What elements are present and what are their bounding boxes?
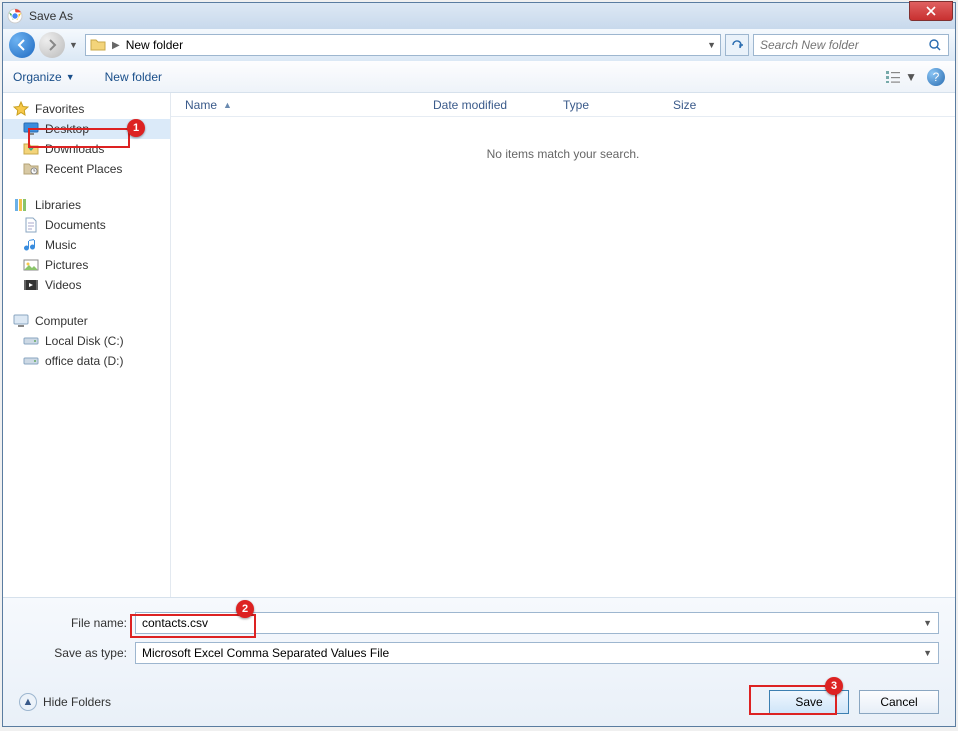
folder-icon (90, 37, 106, 53)
sidebar-item-label: Recent Places (45, 162, 122, 176)
organize-label: Organize (13, 70, 62, 84)
pictures-icon (23, 257, 39, 273)
toolbar: Organize ▼ New folder ▼ ? (3, 61, 955, 93)
computer-label: Computer (35, 314, 88, 328)
column-type[interactable]: Type (563, 98, 673, 112)
footer-bottom: ▲ Hide Folders Save Cancel (19, 690, 939, 714)
nav-bar: ▼ ▶ New folder ▼ (3, 29, 955, 61)
favorites-label: Favorites (35, 102, 84, 116)
column-name-label: Name (185, 98, 217, 112)
libraries-group: Libraries Documents Music Pictures Video… (3, 195, 170, 295)
view-options-button[interactable]: ▼ (885, 70, 917, 84)
computer-group: Computer Local Disk (C:) office data (D:… (3, 311, 170, 371)
body-area: Favorites Desktop Downloads Recent Place… (3, 93, 955, 598)
sidebar-item-videos[interactable]: Videos (3, 275, 170, 295)
column-date[interactable]: Date modified (433, 98, 563, 112)
sidebar-item-local-disk[interactable]: Local Disk (C:) (3, 331, 170, 351)
recent-icon (23, 161, 39, 177)
downloads-icon (23, 141, 39, 157)
file-list-pane: Name ▲ Date modified Type Size No items … (171, 93, 955, 597)
sidebar-item-label: Desktop (45, 122, 89, 136)
cancel-button[interactable]: Cancel (859, 690, 939, 714)
hide-folders-label: Hide Folders (43, 695, 111, 709)
close-button[interactable] (909, 1, 953, 21)
column-headers: Name ▲ Date modified Type Size (171, 93, 955, 117)
new-folder-button[interactable]: New folder (105, 70, 162, 84)
chrome-icon (7, 8, 23, 24)
sidebar-item-office-data[interactable]: office data (D:) (3, 351, 170, 371)
sidebar-item-downloads[interactable]: Downloads (3, 139, 170, 159)
hide-folders-button[interactable]: ▲ Hide Folders (19, 693, 111, 711)
computer-root[interactable]: Computer (3, 311, 170, 331)
savetype-label: Save as type: (19, 646, 135, 660)
chevron-down-icon: ▼ (66, 72, 75, 82)
search-input[interactable] (760, 38, 928, 52)
view-icon (885, 70, 901, 84)
drive-icon (23, 333, 39, 349)
savetype-field[interactable]: Microsoft Excel Comma Separated Values F… (135, 642, 939, 664)
refresh-button[interactable] (725, 34, 749, 56)
breadcrumb-segment[interactable]: New folder (126, 38, 183, 52)
footer: File name: ▼ Save as type: Microsoft Exc… (3, 598, 955, 726)
sidebar-item-music[interactable]: Music (3, 235, 170, 255)
close-icon (926, 6, 936, 16)
filename-row: File name: ▼ (19, 612, 939, 634)
empty-message: No items match your search. (171, 117, 955, 161)
sidebar-item-label: Documents (45, 218, 106, 232)
music-icon (23, 237, 39, 253)
sidebar-item-label: Local Disk (C:) (45, 334, 124, 348)
sidebar-item-documents[interactable]: Documents (3, 215, 170, 235)
sidebar-item-desktop[interactable]: Desktop (3, 119, 170, 139)
videos-icon (23, 277, 39, 293)
libraries-icon (13, 197, 29, 213)
star-icon (13, 101, 29, 117)
forward-button[interactable] (39, 32, 65, 58)
chevron-down-icon: ▼ (905, 70, 917, 84)
refresh-icon (730, 38, 744, 52)
filename-input[interactable] (142, 616, 923, 630)
computer-icon (13, 313, 29, 329)
drive-icon (23, 353, 39, 369)
back-button[interactable] (9, 32, 35, 58)
documents-icon (23, 217, 39, 233)
sidebar-item-label: Music (45, 238, 76, 252)
desktop-icon (23, 121, 39, 137)
column-size[interactable]: Size (673, 98, 753, 112)
save-button[interactable]: Save (769, 690, 849, 714)
search-icon[interactable] (928, 38, 942, 52)
organize-menu[interactable]: Organize ▼ (13, 70, 75, 84)
sidebar-item-label: Downloads (45, 142, 104, 156)
sidebar-item-pictures[interactable]: Pictures (3, 255, 170, 275)
address-dropdown[interactable]: ▼ (707, 40, 716, 50)
chevron-down-icon[interactable]: ▼ (923, 648, 932, 658)
window-title: Save As (29, 9, 73, 23)
sidebar-item-label: Pictures (45, 258, 88, 272)
save-as-dialog: Save As ▼ ▶ New folder ▼ (2, 2, 956, 727)
filename-field[interactable]: ▼ (135, 612, 939, 634)
savetype-row: Save as type: Microsoft Excel Comma Sepa… (19, 642, 939, 664)
address-bar[interactable]: ▶ New folder ▼ (85, 34, 721, 56)
filename-label: File name: (19, 616, 135, 630)
breadcrumb-separator-icon: ▶ (112, 40, 120, 51)
sidebar-item-recent[interactable]: Recent Places (3, 159, 170, 179)
sidebar: Favorites Desktop Downloads Recent Place… (3, 93, 171, 597)
column-name[interactable]: Name ▲ (185, 98, 433, 112)
libraries-root[interactable]: Libraries (3, 195, 170, 215)
chevron-down-icon[interactable]: ▼ (923, 618, 932, 628)
libraries-label: Libraries (35, 198, 81, 212)
sidebar-item-label: Videos (45, 278, 81, 292)
sidebar-item-label: office data (D:) (45, 354, 123, 368)
titlebar: Save As (3, 3, 955, 29)
savetype-value: Microsoft Excel Comma Separated Values F… (142, 646, 923, 660)
search-box[interactable] (753, 34, 949, 56)
help-button[interactable]: ? (927, 68, 945, 86)
sort-asc-icon: ▲ (223, 100, 232, 110)
arrow-right-icon (45, 38, 59, 52)
favorites-root[interactable]: Favorites (3, 99, 170, 119)
chevron-up-icon: ▲ (19, 693, 37, 711)
nav-history-dropdown[interactable]: ▼ (69, 40, 81, 50)
favorites-group: Favorites Desktop Downloads Recent Place… (3, 99, 170, 179)
arrow-left-icon (15, 38, 29, 52)
